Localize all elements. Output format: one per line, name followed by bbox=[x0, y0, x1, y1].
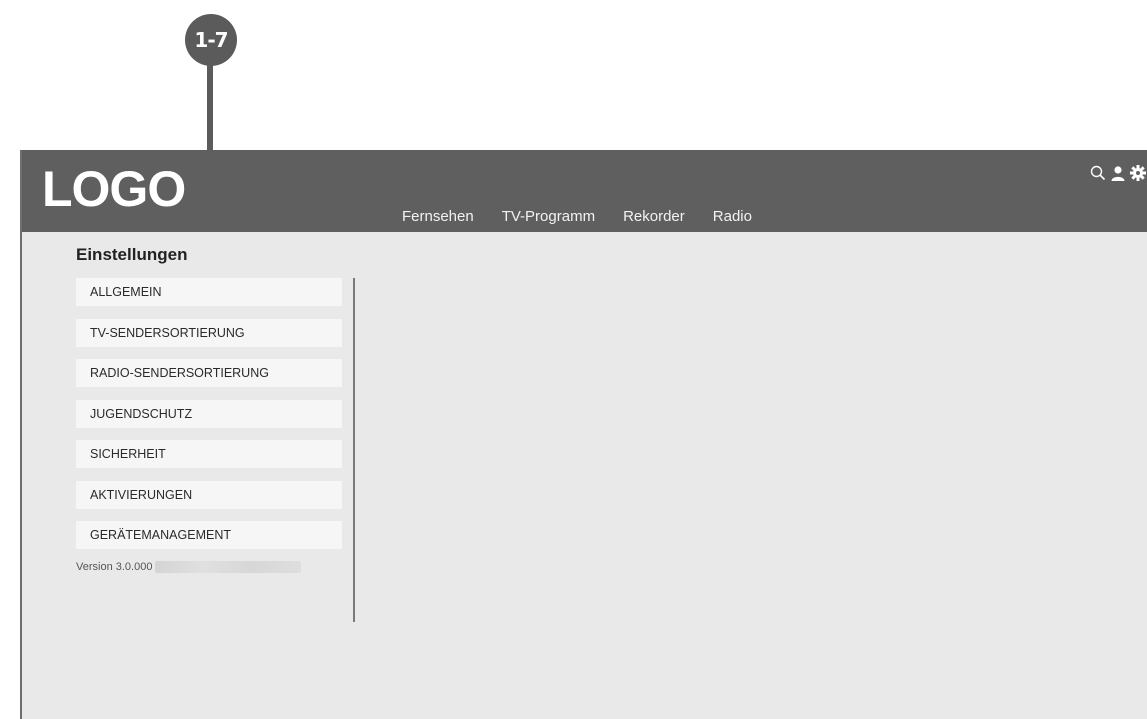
sidebar-divider bbox=[353, 278, 355, 622]
version-redacted bbox=[155, 561, 302, 573]
menu-item-allgemein[interactable]: ALLGEMEIN bbox=[76, 278, 342, 306]
version-info: Version 3.0.000 bbox=[76, 561, 302, 573]
menu-item-tv-sendersortierung[interactable]: TV-SENDERSORTIERUNG bbox=[76, 318, 342, 347]
nav-item-tv-programm[interactable]: TV-Programm bbox=[502, 208, 595, 225]
version-text: Version 3.0.000 bbox=[76, 561, 153, 573]
search-icon[interactable] bbox=[1089, 164, 1107, 182]
menu-item-aktivierungen[interactable]: AKTIVIERUNGEN bbox=[76, 480, 342, 509]
settings-menu: ALLGEMEIN TV-SENDERSORTIERUNG RADIO-SEND… bbox=[76, 278, 342, 562]
nav-item-fernsehen[interactable]: Fernsehen bbox=[402, 208, 474, 225]
main-nav: Fernsehen TV-Programm Rekorder Radio bbox=[402, 208, 780, 225]
menu-item-radio-sendersortierung[interactable]: RADIO-SENDERSORTIERUNG bbox=[76, 359, 342, 387]
user-icon[interactable] bbox=[1109, 164, 1127, 182]
callout-badge: 1-7 bbox=[185, 14, 237, 66]
settings-title: Einstellungen bbox=[76, 245, 188, 264]
header-bar: LOGO Fernsehen TV-Programm Rekorder Radi… bbox=[22, 150, 1147, 232]
nav-item-radio[interactable]: Radio bbox=[713, 208, 752, 225]
menu-item-geraetemanagement[interactable]: GERÄTEMANAGEMENT bbox=[76, 521, 342, 549]
nav-item-rekorder[interactable]: Rekorder bbox=[623, 208, 685, 225]
menu-item-jugendschutz[interactable]: JUGENDSCHUTZ bbox=[76, 399, 342, 428]
logo[interactable]: LOGO bbox=[42, 160, 186, 218]
header-icons bbox=[1087, 164, 1147, 182]
app-window: LOGO Fernsehen TV-Programm Rekorder Radi… bbox=[20, 150, 1147, 719]
menu-item-sicherheit[interactable]: SICHERHEIT bbox=[76, 440, 342, 468]
gear-icon[interactable] bbox=[1129, 164, 1147, 182]
